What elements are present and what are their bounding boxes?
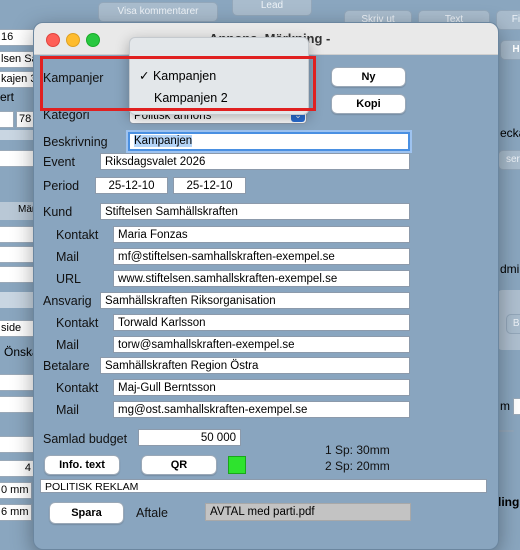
bg-field-4[interactable]: 4 bbox=[0, 460, 36, 477]
period-label: Period bbox=[43, 179, 80, 193]
betalare-mail-label: Mail bbox=[56, 403, 79, 417]
ansvarig-kontakt-input[interactable]: Torwald Karlsson bbox=[113, 314, 410, 331]
bg-label-lings: lings bbox=[498, 495, 520, 509]
kund-mail-label: Mail bbox=[56, 250, 79, 264]
aftale-file-field[interactable]: AVTAL med parti.pdf bbox=[205, 503, 411, 521]
lead-button[interactable]: Lead bbox=[232, 0, 312, 16]
bg-field-h[interactable] bbox=[513, 398, 520, 415]
kopi-button[interactable]: Kopi bbox=[331, 94, 406, 114]
kund-url-label: URL bbox=[56, 272, 82, 286]
betalare-kontakt-label: Kontakt bbox=[56, 381, 99, 395]
bg-field-small[interactable] bbox=[0, 111, 14, 128]
period-start-input[interactable]: 25-12-10 bbox=[95, 177, 168, 194]
budget-input[interactable]: 50 000 bbox=[138, 429, 241, 446]
ny-button[interactable]: Ny bbox=[331, 67, 406, 87]
kund-mail-input[interactable]: mf@stiftelsen-samhallskraften-exempel.se bbox=[113, 248, 410, 265]
bg-label-ert: ert bbox=[0, 90, 15, 104]
bg-strip-b bbox=[0, 292, 34, 308]
betalare-mail-input[interactable]: mg@ost.samhallskraften-exempel.se bbox=[113, 401, 410, 418]
highlight-box bbox=[40, 56, 316, 111]
kund-url-input[interactable]: www.stiftelsen.samhallskraften-exempel.s… bbox=[113, 270, 410, 287]
betalare-input[interactable]: Samhällskraften Region Östra bbox=[100, 357, 410, 374]
budget-label: Samlad budget bbox=[43, 432, 128, 446]
ansvarig-kontakt-label: Kontakt bbox=[56, 316, 99, 330]
file-button[interactable]: Fil bbox=[496, 10, 520, 30]
bg-bo-button[interactable]: Bo bbox=[506, 314, 520, 334]
kund-input[interactable]: Stiftelsen Samhällskraften bbox=[100, 203, 410, 220]
beskrivning-input[interactable]: Kampanjen bbox=[128, 132, 410, 151]
event-label: Event bbox=[43, 155, 75, 169]
betalare-label: Betalare bbox=[43, 359, 90, 373]
size-line-2: 2 Sp: 20mm bbox=[325, 459, 390, 473]
show-comments-button[interactable]: Visa kommentarer bbox=[98, 2, 218, 22]
ansvarig-mail-input[interactable]: torw@samhallskraften-exempel.se bbox=[113, 336, 410, 353]
beskrivning-label: Beskrivning bbox=[43, 135, 108, 149]
bg-label-m: m bbox=[500, 399, 510, 413]
bg-field-0mm[interactable]: 0 mm bbox=[0, 482, 32, 499]
size-line-1: 1 Sp: 30mm bbox=[325, 443, 390, 457]
ansvarig-label: Ansvarig bbox=[43, 294, 92, 308]
event-input[interactable]: Riksdagsvalet 2026 bbox=[100, 153, 410, 170]
status-indicator bbox=[228, 456, 246, 474]
period-end-input[interactable]: 25-12-10 bbox=[173, 177, 246, 194]
beskrivning-selected-text: Kampanjen bbox=[134, 135, 193, 147]
betalare-kontakt-input[interactable]: Maj-Gull Berntsson bbox=[113, 379, 410, 396]
bg-field-6mm[interactable]: 6 mm bbox=[0, 504, 32, 521]
bg-label-ecka: ecka bbox=[500, 126, 520, 140]
ansvarig-mail-label: Mail bbox=[56, 338, 79, 352]
bg-h-button[interactable]: H bbox=[500, 40, 520, 60]
kund-label: Kund bbox=[43, 205, 73, 219]
bg-strip bbox=[0, 130, 34, 140]
qr-button[interactable]: QR bbox=[141, 455, 217, 475]
kund-kontakt-input[interactable]: Maria Fonzas bbox=[113, 226, 410, 243]
info-text-button[interactable]: Info. text bbox=[44, 455, 120, 475]
spara-button[interactable]: Spara bbox=[49, 502, 124, 524]
kund-kontakt-label: Kontakt bbox=[56, 228, 99, 242]
bg-label-dmin: dmin bbox=[500, 262, 520, 276]
ansvarig-input[interactable]: Samhällskraften Riksorganisation bbox=[100, 292, 410, 309]
notes-field[interactable]: POLITISK REKLAM bbox=[40, 479, 487, 493]
bg-seri-button[interactable]: seri bbox=[498, 150, 520, 170]
aftale-label: Aftale bbox=[136, 506, 168, 520]
